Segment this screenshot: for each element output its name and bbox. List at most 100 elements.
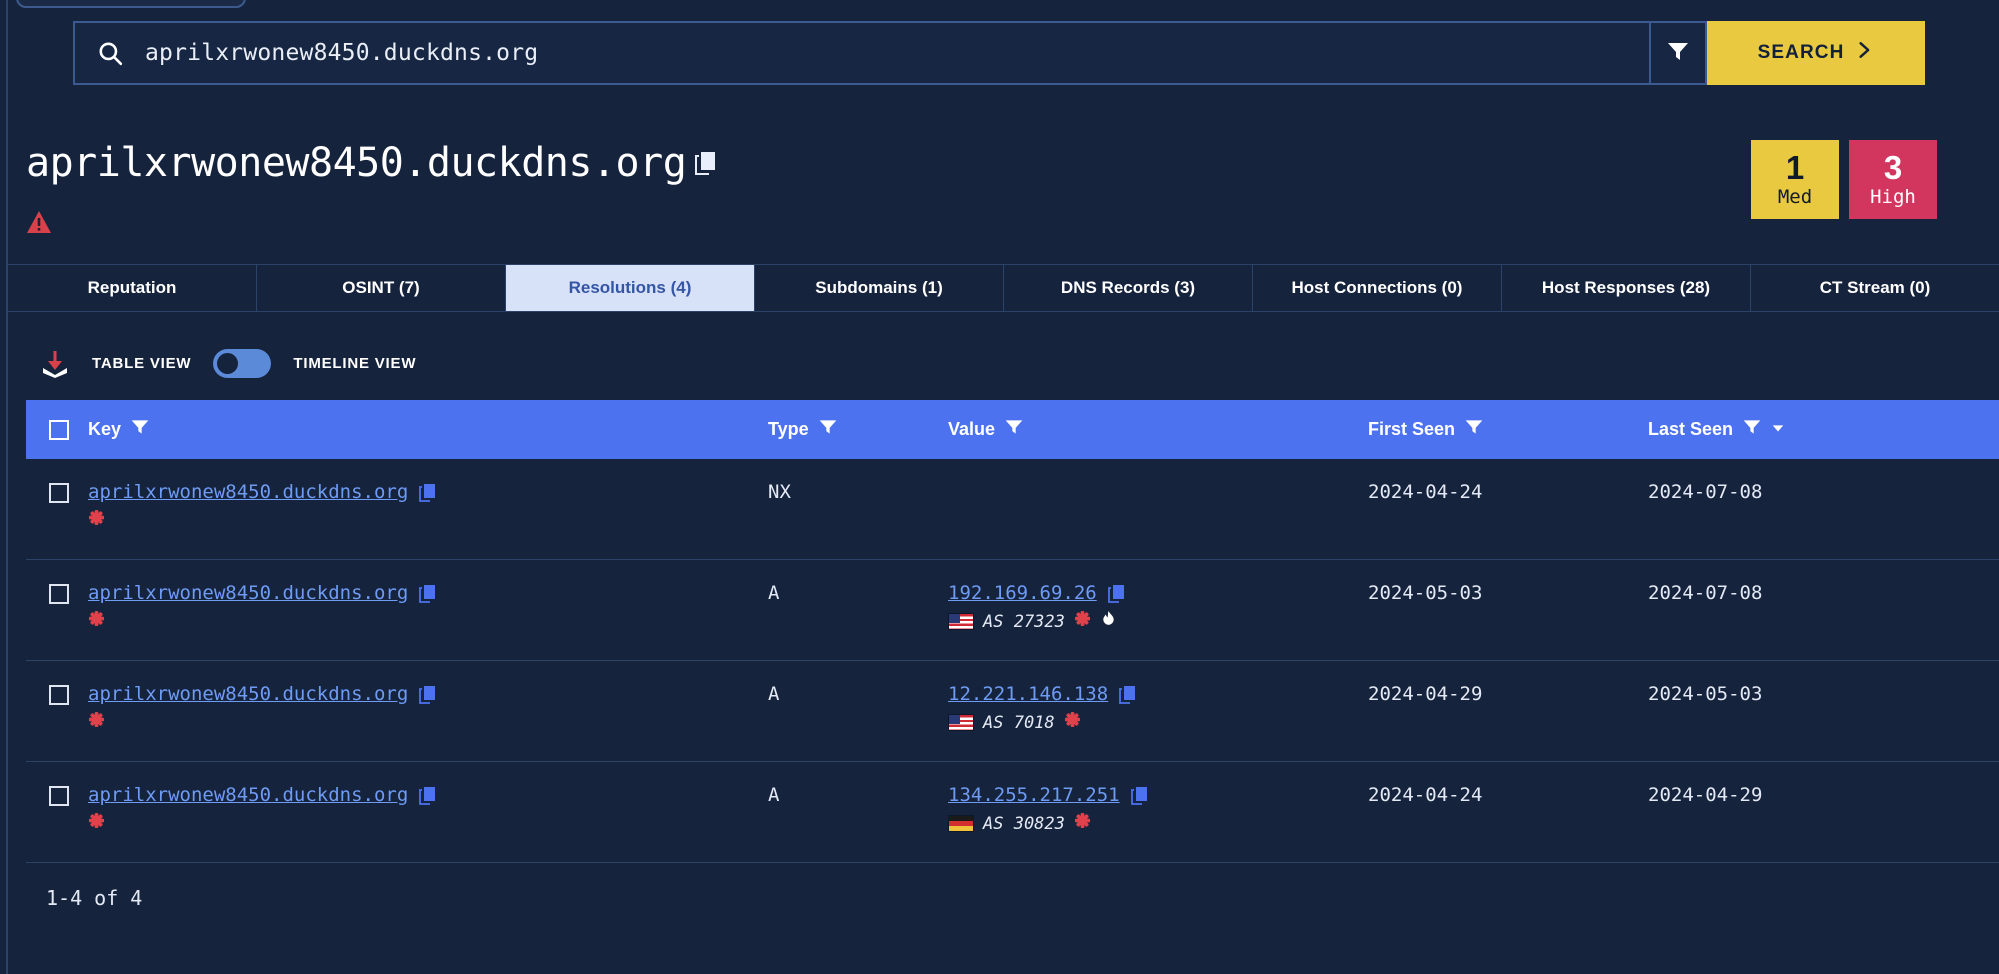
tab-ct-stream[interactable]: CT Stream (0) [1751, 265, 1999, 311]
filter-icon[interactable] [130, 417, 150, 442]
tab-label: Host Responses (28) [1541, 278, 1711, 297]
search-input[interactable]: aprilxrwonew8450.duckdns.org [73, 21, 1651, 85]
country-flag-us-icon [948, 714, 974, 731]
status-badge-med[interactable]: 1 Med [1751, 140, 1839, 219]
column-header-value[interactable]: Value [948, 417, 1368, 442]
tab-dns-records[interactable]: DNS Records (3) [1004, 265, 1253, 311]
tab-resolutions[interactable]: Resolutions (4) [506, 265, 755, 311]
malicious-asterisk-icon [88, 610, 105, 633]
country-flag-de-icon [948, 815, 974, 832]
sort-descending-icon[interactable] [1771, 419, 1785, 440]
filter-icon[interactable] [818, 417, 838, 442]
tab-subdomains[interactable]: Subdomains (1) [755, 265, 1004, 311]
key-link[interactable]: aprilxrwonew8450.duckdns.org [88, 683, 408, 705]
table-row[interactable]: aprilxrwonew8450.duckdns.org A 12.221.14… [26, 661, 1999, 762]
copy-icon[interactable] [418, 785, 437, 806]
row-checkbox[interactable] [26, 784, 88, 862]
copy-icon[interactable] [694, 150, 718, 176]
row-first-seen: 2024-04-24 [1368, 481, 1483, 503]
column-label: Last Seen [1648, 419, 1734, 439]
row-key: aprilxrwonew8450.duckdns.org [88, 481, 768, 559]
row-value: 12.221.146.138 AS 7018 [948, 683, 1368, 761]
filter-icon[interactable] [1464, 417, 1484, 442]
value-ip-link[interactable]: 192.169.69.26 [948, 582, 1097, 604]
column-header-type[interactable]: Type [768, 417, 948, 442]
tab-label: DNS Records (3) [1060, 278, 1196, 297]
column-label: Type [768, 419, 809, 439]
tab-bar: Reputation OSINT (7) Resolutions (4) Sub… [8, 264, 1999, 312]
row-value [948, 481, 1368, 559]
row-key: aprilxrwonew8450.duckdns.org [88, 582, 768, 660]
malicious-asterisk-icon [1074, 812, 1091, 835]
row-checkbox[interactable] [26, 481, 88, 559]
row-type: A [768, 784, 780, 806]
row-key: aprilxrwonew8450.duckdns.org [88, 683, 768, 761]
tab-reputation[interactable]: Reputation [8, 265, 257, 311]
table-row[interactable]: aprilxrwonew8450.duckdns.org A 192.169.6… [26, 560, 1999, 661]
tab-osint[interactable]: OSINT (7) [257, 265, 506, 311]
copy-icon[interactable] [1107, 583, 1126, 604]
filter-icon [1666, 39, 1690, 68]
malicious-asterisk-icon [88, 509, 105, 532]
table-row[interactable]: aprilxrwonew8450.duckdns.org A 134.255.2… [26, 762, 1999, 863]
column-label: First Seen [1368, 419, 1456, 439]
search-button-label: SEARCH [1757, 42, 1845, 63]
row-last-seen: 2024-07-08 [1648, 582, 1763, 604]
copy-icon[interactable] [1130, 785, 1149, 806]
top-partial-panel [16, 0, 246, 8]
row-checkbox[interactable] [26, 582, 88, 660]
select-all-checkbox[interactable] [26, 419, 88, 440]
search-input-value: aprilxrwonew8450.duckdns.org [145, 40, 539, 66]
country-flag-us-icon [948, 613, 974, 630]
table-row[interactable]: aprilxrwonew8450.duckdns.org NX 2024-04-… [26, 459, 1999, 560]
filter-icon[interactable] [1004, 417, 1024, 442]
row-checkbox[interactable] [26, 683, 88, 761]
search-icon [97, 40, 123, 66]
row-value: 192.169.69.26 AS 27323 [948, 582, 1368, 660]
malicious-asterisk-icon [1074, 610, 1091, 633]
copy-icon[interactable] [1118, 684, 1137, 705]
row-type: A [768, 683, 780, 705]
severity-badges: 1 Med 3 High [1751, 140, 1937, 219]
value-ip-link[interactable]: 12.221.146.138 [948, 683, 1108, 705]
search-bar: aprilxrwonew8450.duckdns.org SEARCH [73, 21, 1925, 85]
page-title: aprilxrwonew8450.duckdns.org [26, 140, 687, 186]
key-link[interactable]: aprilxrwonew8450.duckdns.org [88, 784, 408, 806]
view-mode-toggle[interactable] [213, 348, 272, 378]
chevron-right-icon [1854, 40, 1874, 66]
column-header-first-seen[interactable]: First Seen [1368, 417, 1648, 442]
tab-label: Resolutions (4) [568, 278, 692, 297]
asn-label: AS 7018 [983, 712, 1055, 733]
page-left-rail [0, 0, 8, 974]
key-link[interactable]: aprilxrwonew8450.duckdns.org [88, 481, 408, 503]
malicious-asterisk-icon [1064, 711, 1081, 734]
copy-icon[interactable] [418, 684, 437, 705]
copy-icon[interactable] [418, 482, 437, 503]
flame-icon [1100, 610, 1117, 633]
tab-label: Subdomains (1) [815, 278, 943, 297]
high-count: 3 [1883, 149, 1903, 186]
status-badge-high[interactable]: 3 High [1849, 140, 1937, 219]
filter-icon[interactable] [1742, 417, 1762, 442]
tab-host-responses[interactable]: Host Responses (28) [1502, 265, 1751, 311]
search-button[interactable]: SEARCH [1707, 21, 1925, 85]
row-first-seen: 2024-04-29 [1368, 683, 1483, 705]
download-icon[interactable] [40, 348, 70, 378]
column-header-last-seen[interactable]: Last Seen [1648, 417, 1999, 442]
resolutions-table: Key Type Value First Seen Last Seen apri… [26, 400, 1999, 863]
tab-label: Host Connections (0) [1291, 278, 1463, 297]
search-filter-button[interactable] [1651, 21, 1707, 85]
view-toolbar: TABLE VIEW TIMELINE VIEW [40, 348, 416, 378]
copy-icon[interactable] [418, 583, 437, 604]
row-type: NX [768, 481, 791, 503]
tab-label: CT Stream (0) [1819, 278, 1931, 297]
med-label: Med [1777, 186, 1813, 208]
value-ip-link[interactable]: 134.255.217.251 [948, 784, 1120, 806]
row-last-seen: 2024-04-29 [1648, 784, 1763, 806]
key-link[interactable]: aprilxrwonew8450.duckdns.org [88, 582, 408, 604]
row-first-seen: 2024-04-24 [1368, 784, 1483, 806]
row-key: aprilxrwonew8450.duckdns.org [88, 784, 768, 862]
toggle-knob [217, 352, 239, 374]
column-header-key[interactable]: Key [88, 417, 768, 442]
tab-host-connections[interactable]: Host Connections (0) [1253, 265, 1502, 311]
